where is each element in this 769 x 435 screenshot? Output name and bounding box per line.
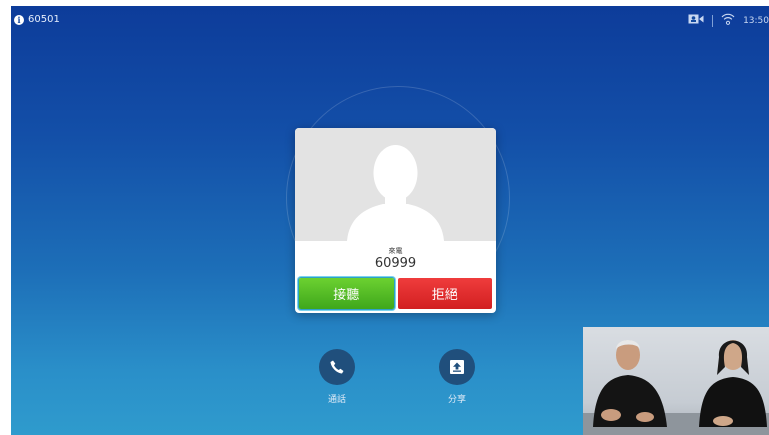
status-left: i 60501 [14,14,60,25]
incoming-call-card: 來電 60999 接聽 拒絕 [295,128,496,313]
self-view-video[interactable] [583,327,769,435]
accept-call-button[interactable]: 接聽 [299,278,394,309]
video-call-screen: i 60501 13:50 來電 60999 接聽 拒絕 通話 分享 [11,6,769,435]
incoming-call-label: 來電 [388,247,403,255]
caller-number: 60999 [374,256,417,271]
own-extension: 60501 [28,14,60,25]
info-icon[interactable]: i [14,14,24,25]
wifi-icon[interactable] [721,12,735,29]
caller-avatar [295,128,496,241]
status-divider [712,14,714,27]
clock-time: 13:50 [743,15,769,26]
self-view-image [583,340,769,435]
status-right: 13:50 [688,12,769,29]
camera-icon[interactable] [688,14,704,27]
share-quick-action[interactable]: 分享 [427,349,487,405]
share-icon[interactable] [439,349,475,385]
phone-icon[interactable] [319,349,355,385]
person-silhouette-icon [347,145,444,241]
call-actions: 接聽 拒絕 [299,278,492,309]
call-quick-label: 通話 [327,395,346,405]
call-quick-action[interactable]: 通話 [307,349,367,405]
share-quick-label: 分享 [447,395,466,405]
decline-call-button[interactable]: 拒絕 [397,278,492,309]
caller-info: 來電 60999 [295,241,496,272]
